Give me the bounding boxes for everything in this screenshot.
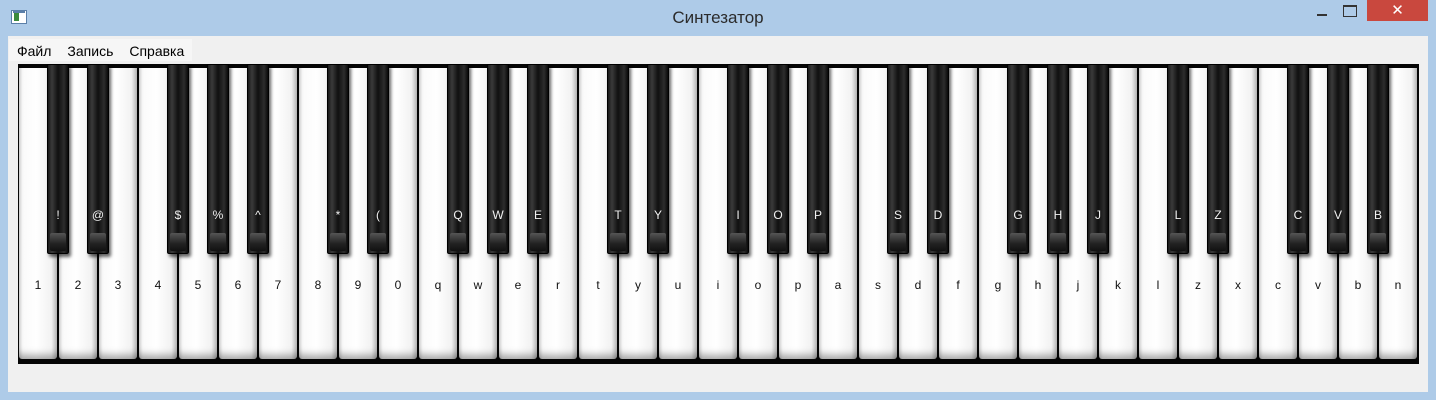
white-key-label: 6 [234,278,242,292]
black-key[interactable]: ! [47,64,69,254]
black-key-label: % [212,208,224,222]
black-key[interactable]: P [807,64,829,254]
black-key-label: ( [376,208,380,222]
white-key-label: i [716,278,720,292]
white-key-label: 0 [394,278,402,292]
black-key[interactable]: Z [1207,64,1229,254]
black-key-label: J [1095,208,1101,222]
black-key-label: S [893,208,902,222]
black-key-label: L [1174,208,1182,222]
piano-keyboard: 1 2 3 4 5 6 7 8 9 0 q w e r t y u i o p a s d f g h j k l z x c v b n! @ $% ^… [18,64,1419,364]
black-key-label: Y [653,208,662,222]
black-key-label: Z [1214,208,1222,222]
white-key-label: x [1235,278,1241,292]
white-key-label: 2 [74,278,82,292]
maximize-icon [1343,4,1357,17]
white-key-label: q [434,278,442,292]
white-key-label: 1 [34,278,42,292]
black-key-label: I [736,208,740,222]
black-key-label: O [773,208,783,222]
white-key-label: j [1076,278,1080,292]
white-key-label: 4 [154,278,162,292]
white-key-label: 8 [314,278,322,292]
white-key-label: f [956,278,960,292]
black-key[interactable]: E [527,64,549,254]
black-key-label: * [335,208,341,222]
black-key-label: B [1373,208,1382,222]
white-key-label: 3 [114,278,122,292]
black-key[interactable]: L [1167,64,1189,254]
black-key-label: G [1013,208,1023,222]
title-bar: Синтезатор ✕ [0,0,1436,36]
black-key[interactable]: @ [87,64,109,254]
white-key-label: b [1354,278,1362,292]
black-key[interactable]: J [1087,64,1109,254]
black-key[interactable]: * [327,64,349,254]
minimize-icon [1317,13,1327,16]
minimize-button[interactable] [1309,0,1335,21]
black-key[interactable]: $ [167,64,189,254]
white-key-label: w [473,278,483,292]
black-key[interactable]: H [1047,64,1069,254]
black-key[interactable]: C [1287,64,1309,254]
black-key-label: D [933,208,943,222]
white-key-label: h [1034,278,1042,292]
white-key-label: 9 [354,278,362,292]
white-key-label: a [834,278,842,292]
menu-help[interactable]: Справка [121,39,192,61]
white-key-label: y [635,278,641,292]
white-key-label: k [1115,278,1121,292]
white-key-label: l [1156,278,1160,292]
maximize-button[interactable] [1337,0,1363,21]
black-key-label: C [1293,208,1303,222]
black-key-label: E [533,208,542,222]
white-key-label: c [1275,278,1281,292]
black-key[interactable]: I [727,64,749,254]
black-key[interactable]: S [887,64,909,254]
white-key-label: o [754,278,762,292]
white-key-label: g [994,278,1002,292]
menu-record[interactable]: Запись [59,39,121,61]
black-key-label: P [813,208,822,222]
black-key-label: ! [56,208,60,222]
white-key-label: t [596,278,600,292]
black-key-label: ^ [255,208,261,222]
white-key-label: 5 [194,278,202,292]
black-key[interactable]: ( [367,64,389,254]
menu-file[interactable]: Файл [9,39,59,61]
white-key-label: z [1195,278,1201,292]
window-title: Синтезатор [672,8,764,27]
white-key-label: u [674,278,682,292]
white-key-label: p [794,278,802,292]
black-key-label: H [1053,208,1063,222]
black-key[interactable]: T [607,64,629,254]
black-key[interactable]: Y [647,64,669,254]
main-window-client: Файл Запись Справка 1 2 3 4 5 6 7 8 9 0 q w e r t y u i o p… [8,36,1428,392]
black-key[interactable]: B [1367,64,1389,254]
white-key-label: e [514,278,522,292]
menu-bar: Файл Запись Справка [9,39,193,61]
white-key-label: v [1315,278,1321,292]
black-key[interactable]: ^ [247,64,269,254]
white-key-label: r [556,278,560,292]
black-key[interactable]: V [1327,64,1349,254]
close-button[interactable]: ✕ [1367,0,1428,21]
black-key[interactable]: % [207,64,229,254]
white-key-label: n [1394,278,1402,292]
black-key[interactable]: Q [447,64,469,254]
white-key-label: 7 [274,278,282,292]
black-key-label: W [492,208,504,222]
black-key[interactable]: W [487,64,509,254]
black-key-label: @ [91,208,105,222]
black-key-label: $ [174,208,182,222]
black-key[interactable]: G [1007,64,1029,254]
black-key[interactable]: O [767,64,789,254]
white-key-label: s [875,278,881,292]
black-key-label: V [1333,208,1342,222]
white-key-label: d [914,278,922,292]
black-key[interactable]: D [927,64,949,254]
black-key-label: Q [453,208,463,222]
black-key-label: T [614,208,622,222]
